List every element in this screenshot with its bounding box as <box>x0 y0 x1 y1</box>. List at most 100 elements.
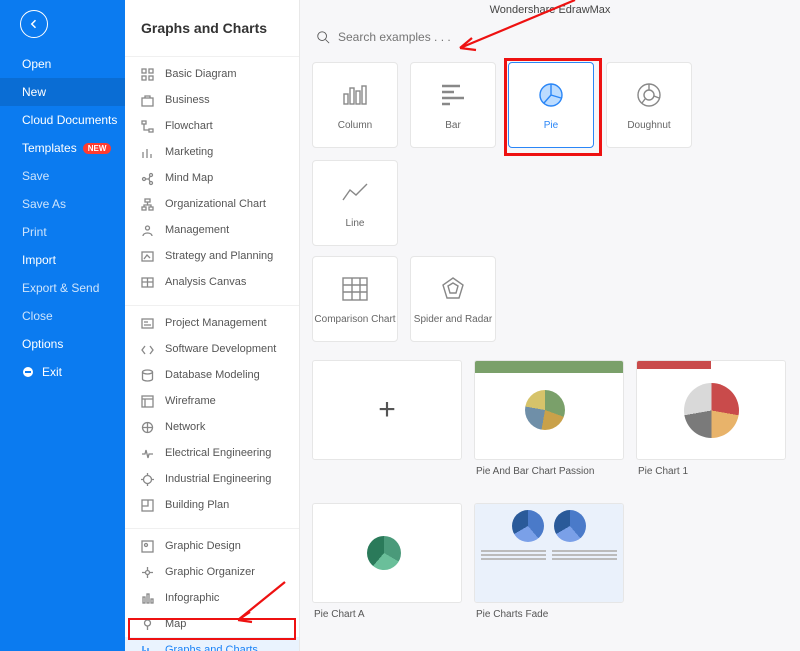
sidebar-item-save[interactable]: Save <box>0 162 125 190</box>
net-icon <box>139 419 155 435</box>
chart-tile-spider-and-radar[interactable]: Spider and Radar <box>410 256 496 342</box>
wf-icon <box>139 393 155 409</box>
template-thumbnail[interactable] <box>474 360 624 460</box>
exit-icon <box>22 366 34 378</box>
sidebar-item-print[interactable]: Print <box>0 218 125 246</box>
sidebar-item-save-as[interactable]: Save As <box>0 190 125 218</box>
comp-icon <box>340 274 370 304</box>
sidebar-item-import[interactable]: Import <box>0 246 125 274</box>
sidebar-item-options[interactable]: Options <box>0 330 125 358</box>
chart-tile-doughnut[interactable]: Doughnut <box>606 62 692 148</box>
category-item-database-modeling[interactable]: Database Modeling <box>125 362 299 388</box>
template-pie-and-bar-chart-passion: Pie And Bar Chart Passion <box>474 360 624 491</box>
template-thumbnail[interactable] <box>636 360 786 460</box>
back-button[interactable] <box>20 10 48 38</box>
sidebar-item-exit[interactable]: Exit <box>0 358 125 386</box>
go-icon <box>139 564 155 580</box>
category-item-flowchart[interactable]: Flowchart <box>125 113 299 139</box>
chart-tile-line[interactable]: Line <box>312 160 398 246</box>
db-icon <box>139 367 155 383</box>
sidebar-item-new[interactable]: New <box>0 78 125 106</box>
sidebar-item-open[interactable]: Open <box>0 50 125 78</box>
chart-type-row-2: Comparison ChartSpider and Radar <box>300 246 800 342</box>
template-pie-charts-fade: Pie Charts Fade <box>474 503 624 634</box>
sidebar-item-cloud-documents[interactable]: Cloud Documents <box>0 106 125 134</box>
category-item-graphic-design[interactable]: Graphic Design <box>125 533 299 559</box>
sw-icon <box>139 341 155 357</box>
sidebar-item-close[interactable]: Close <box>0 302 125 330</box>
bars-icon <box>139 144 155 160</box>
category-item-marketing[interactable]: Marketing <box>125 139 299 165</box>
brand-label: Wondershare EdrawMax <box>300 0 800 16</box>
templates-grid: + Pie And Bar Chart Passion Pie Chart 1 Pie… <box>300 342 800 634</box>
main-area: Wondershare EdrawMax ColumnBarPieDoughnu… <box>300 0 800 651</box>
category-item-analysis-canvas[interactable]: Analysis Canvas <box>125 269 299 295</box>
template-blank: + <box>312 360 462 491</box>
line-icon <box>340 178 370 208</box>
doughnut-icon <box>634 80 664 110</box>
category-panel: Graphs and Charts Basic DiagramBusinessF… <box>125 0 300 651</box>
ig-icon <box>139 590 155 606</box>
category-item-building-plan[interactable]: Building Plan <box>125 492 299 518</box>
category-item-business[interactable]: Business <box>125 87 299 113</box>
radar-icon <box>438 274 468 304</box>
briefcase-icon <box>139 92 155 108</box>
sidebar-item-templates[interactable]: TemplatesNEW <box>0 134 125 162</box>
search-bar[interactable] <box>316 30 784 44</box>
category-item-graphic-organizer[interactable]: Graphic Organizer <box>125 559 299 585</box>
chart-tile-pie[interactable]: Pie <box>508 62 594 148</box>
search-icon <box>316 30 330 44</box>
column-icon <box>340 80 370 110</box>
mgmt-icon <box>139 222 155 238</box>
category-item-basic-diagram[interactable]: Basic Diagram <box>125 61 299 87</box>
category-title: Graphs and Charts <box>125 0 299 50</box>
bar-icon <box>438 80 468 110</box>
chart-type-row-1: ColumnBarPieDoughnut Line <box>300 44 800 246</box>
category-item-infographic[interactable]: Infographic <box>125 585 299 611</box>
category-item-mind-map[interactable]: Mind Map <box>125 165 299 191</box>
template-thumbnail[interactable] <box>312 503 462 603</box>
template-label <box>312 460 462 480</box>
category-item-electrical-engineering[interactable]: Electrical Engineering <box>125 440 299 466</box>
bp-icon <box>139 497 155 513</box>
template-pie-chart-a: Pie Chart A <box>312 503 462 634</box>
category-item-software-development[interactable]: Software Development <box>125 336 299 362</box>
map-icon <box>139 616 155 632</box>
gd-icon <box>139 538 155 554</box>
template-pie-chart-1: Pie Chart 1 <box>636 360 786 491</box>
arrow-left-icon <box>28 18 40 30</box>
grid-icon <box>139 66 155 82</box>
template-thumbnail[interactable] <box>474 503 624 603</box>
template-thumbnail[interactable]: + <box>312 360 462 460</box>
flow-icon <box>139 118 155 134</box>
pm-icon <box>139 315 155 331</box>
new-badge: NEW <box>83 143 112 154</box>
mind-icon <box>139 170 155 186</box>
ee-icon <box>139 445 155 461</box>
template-label: Pie Chart A <box>312 603 462 634</box>
category-item-management[interactable]: Management <box>125 217 299 243</box>
chart-icon <box>139 642 155 651</box>
search-input[interactable] <box>338 30 784 44</box>
category-item-network[interactable]: Network <box>125 414 299 440</box>
plus-icon: + <box>378 393 396 427</box>
category-item-map[interactable]: Map <box>125 611 299 637</box>
chart-tile-bar[interactable]: Bar <box>410 62 496 148</box>
org-icon <box>139 196 155 212</box>
template-label: Pie And Bar Chart Passion <box>474 460 624 491</box>
category-item-organizational-chart[interactable]: Organizational Chart <box>125 191 299 217</box>
category-item-strategy-and-planning[interactable]: Strategy and Planning <box>125 243 299 269</box>
chart-tile-column[interactable]: Column <box>312 62 398 148</box>
category-item-graphs-and-charts[interactable]: Graphs and Charts <box>125 637 299 651</box>
strat-icon <box>139 248 155 264</box>
template-label: Pie Charts Fade <box>474 603 624 634</box>
category-item-project-management[interactable]: Project Management <box>125 310 299 336</box>
category-item-wireframe[interactable]: Wireframe <box>125 388 299 414</box>
pie-icon <box>536 80 566 110</box>
sidebar-item-export-send[interactable]: Export & Send <box>0 274 125 302</box>
app-sidebar: OpenNewCloud DocumentsTemplatesNEWSaveSa… <box>0 0 125 651</box>
category-item-industrial-engineering[interactable]: Industrial Engineering <box>125 466 299 492</box>
chart-tile-comparison-chart[interactable]: Comparison Chart <box>312 256 398 342</box>
ie-icon <box>139 471 155 487</box>
canvas-icon <box>139 274 155 290</box>
